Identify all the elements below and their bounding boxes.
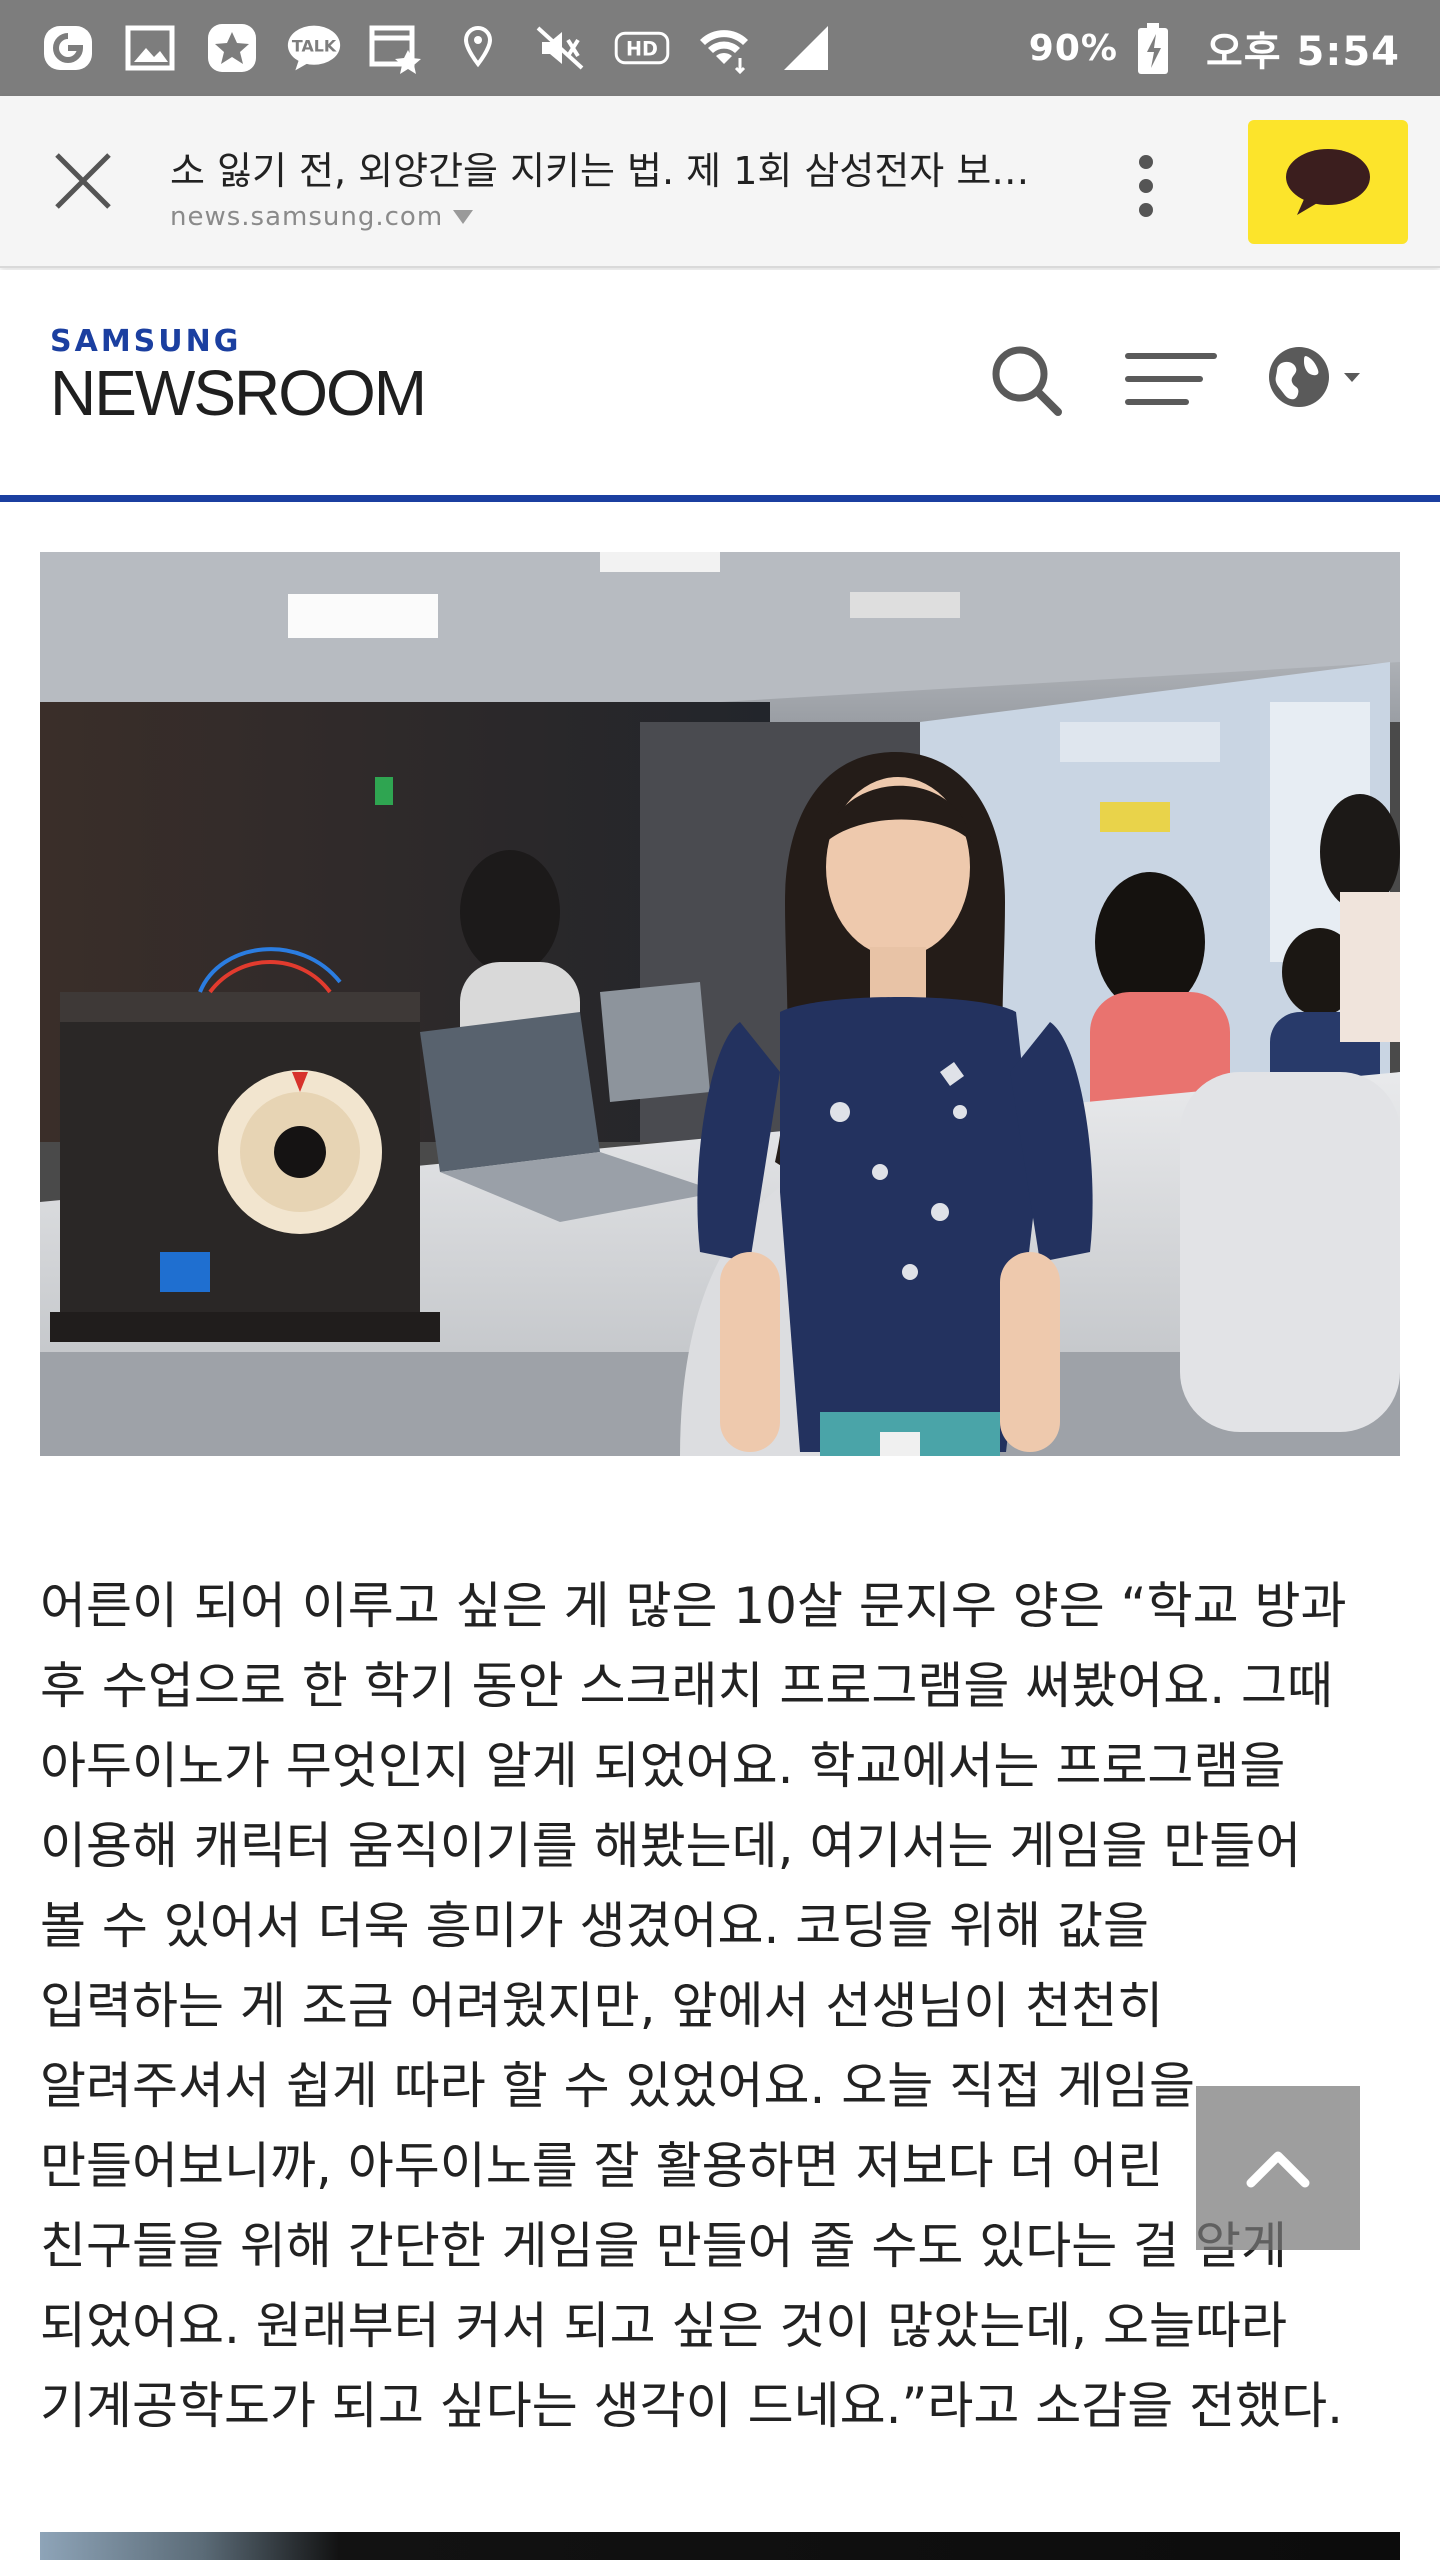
page-url[interactable]: news.samsung.com (170, 202, 475, 232)
more-dot-icon (1139, 203, 1153, 217)
logo-site-name: NEWSROOM (50, 357, 427, 429)
kakaotalk-icon: TALK (286, 20, 342, 76)
g-app-icon (40, 20, 96, 76)
more-options-button[interactable] (1110, 150, 1182, 222)
star-icon (204, 20, 260, 76)
kakaotalk-share-button[interactable] (1248, 120, 1408, 244)
search-button[interactable] (986, 340, 1066, 420)
more-dot-icon (1139, 155, 1153, 169)
close-icon (55, 153, 111, 209)
samsung-newsroom-logo[interactable]: SAMSUNG NEWSROOM (50, 324, 427, 429)
logo-brand: SAMSUNG (50, 324, 242, 359)
article-line: 입력하는 게 조금 어려웠지만, 앞에서 선생님이 천천히 (40, 1977, 1164, 2035)
mute-icon (532, 20, 588, 76)
article-body: 어른이 되어 이루고 싶은 게 많은 10살 문지우 양은 “학교 방과 후 수… (40, 1566, 1420, 2446)
browser-toolbar: 소 잃기 전, 외양간을 지키는 법. 제 1회 삼성전자 보… news.sa… (0, 96, 1440, 268)
article-line: 후 수업으로 한 학기 동안 스크래치 프로그램을 써봤어요. 그때 (40, 1657, 1334, 1715)
article-photo (40, 552, 1400, 1456)
language-selector[interactable] (1266, 342, 1376, 412)
article-line: 이용해 캐릭터 움직이기를 해봤는데, 여기서는 게임을 만들어 (40, 1817, 1302, 1875)
menu-button[interactable] (1124, 348, 1218, 410)
svg-text:HD: HD (626, 37, 658, 60)
clock: 오후 5:54 (1205, 29, 1400, 75)
article-line: 볼 수 있어서 더욱 흥미가 생겼어요. 코딩을 위해 값을 (40, 1897, 1150, 1955)
security-dropdown-icon (453, 210, 474, 224)
article-line: 어른이 되어 이루고 싶은 게 많은 10살 문지우 양은 “학교 방과 (40, 1577, 1347, 1635)
article-line: 기계공학도가 되고 싶다는 생각이 드네요.”라고 소감을 전했다. (40, 2377, 1344, 2435)
article-line: 아두이노가 무엇인지 알게 되었어요. 학교에서는 프로그램을 (40, 1737, 1286, 1795)
svg-text:TALK: TALK (292, 37, 337, 56)
hamburger-menu-icon (1125, 353, 1217, 405)
wifi-icon (696, 20, 752, 76)
battery-percentage: 90% (1028, 27, 1118, 69)
more-dot-icon (1139, 179, 1153, 193)
next-article-photo (40, 2532, 1400, 2560)
notification-icons: TALK HD (40, 20, 1029, 76)
chevron-up-icon (1246, 2151, 1310, 2188)
globe-icon (1269, 347, 1329, 407)
hd-voice-icon: HD (614, 20, 670, 76)
article-line: 되었어요. 원래부터 커서 되고 싶은 것이 많았는데, 오늘따라 (40, 2297, 1288, 2355)
location-icon (450, 20, 506, 76)
signal-icon (778, 20, 834, 76)
gallery-icon (122, 20, 178, 76)
battery-charging-icon (1136, 20, 1170, 76)
status-bar: TALK HD 90% 오후 5:54 (0, 0, 1440, 96)
site-header: SAMSUNG NEWSROOM (0, 270, 1440, 502)
search-icon (992, 346, 1062, 416)
chevron-down-icon (1344, 373, 1360, 382)
close-button[interactable] (40, 138, 126, 224)
page-title: 소 잃기 전, 외양간을 지키는 법. 제 1회 삼성전자 보… (170, 149, 1030, 193)
speech-bubble-icon (1286, 149, 1370, 215)
page-url-text: news.samsung.com (170, 202, 444, 232)
scroll-to-top-button[interactable] (1196, 2086, 1360, 2250)
calendar-icon (368, 20, 424, 76)
classroom-photo-illustration (40, 552, 1400, 1456)
